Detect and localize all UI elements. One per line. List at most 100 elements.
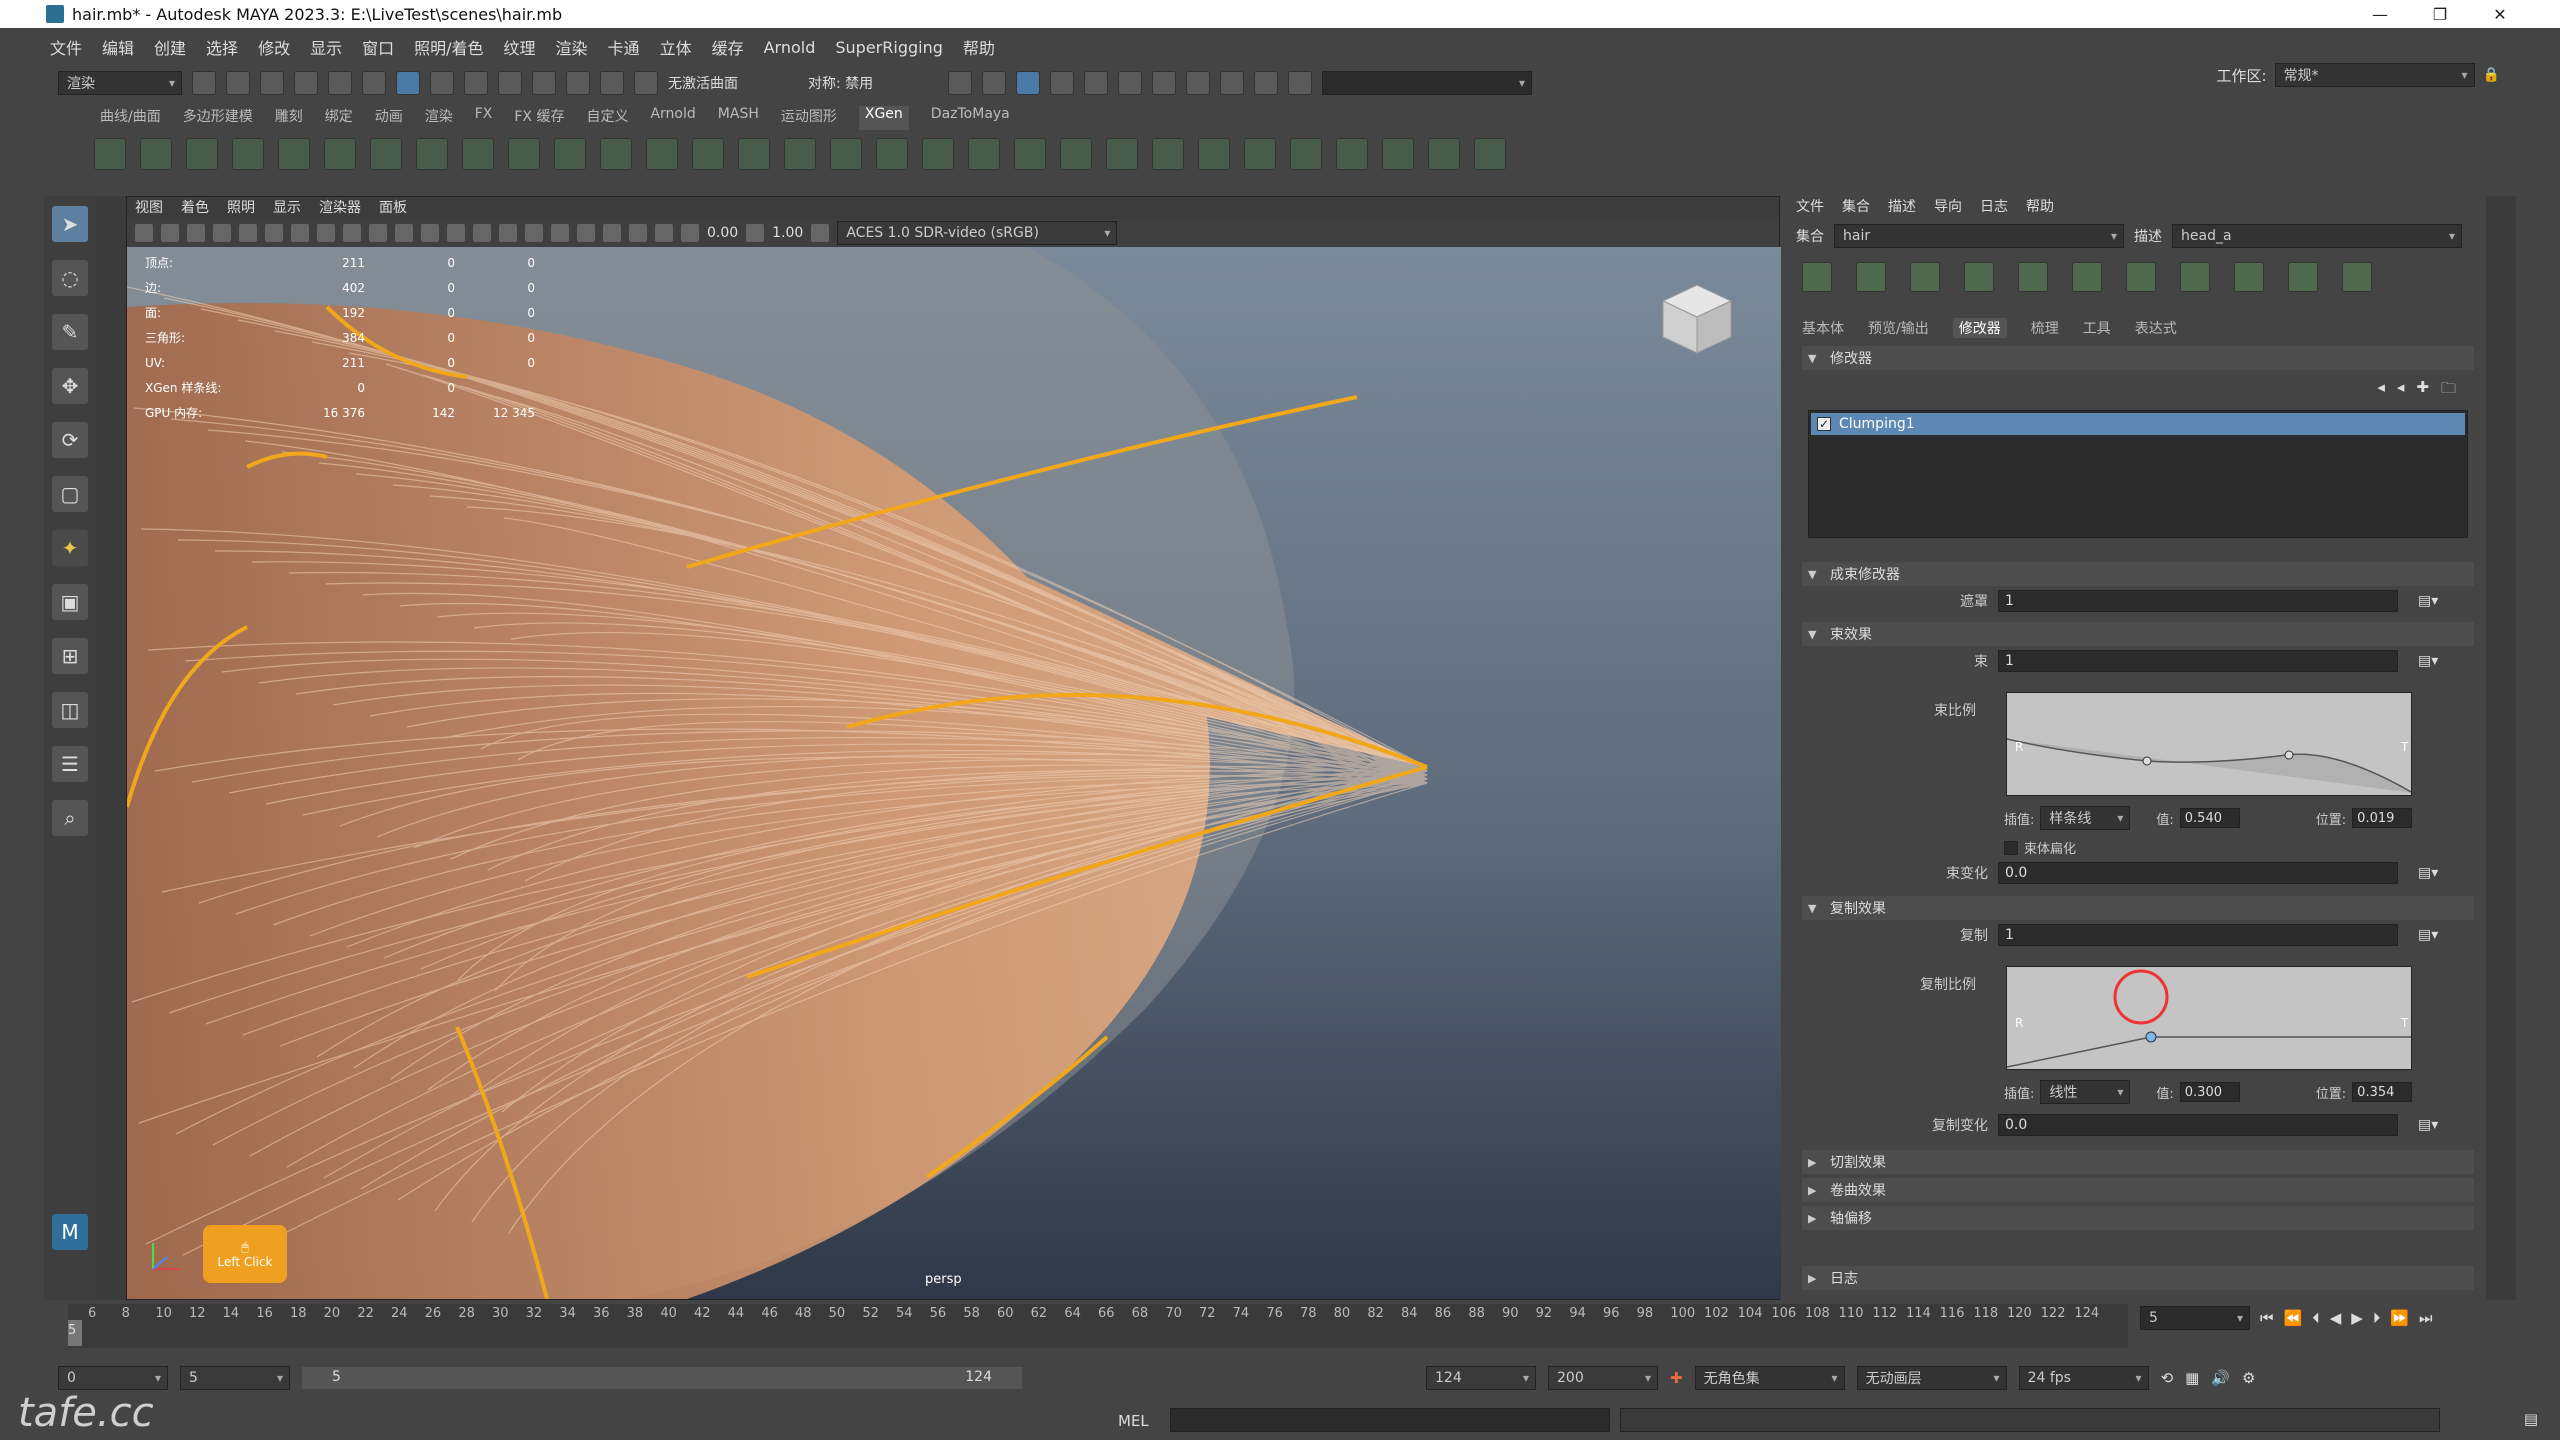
log-header[interactable]: 日志: [1802, 1266, 2474, 1290]
modifiers-section-header[interactable]: 修改器: [1802, 346, 2474, 370]
ramp-value-field[interactable]: 0.540: [2179, 808, 2240, 828]
xgen-groom-8-icon[interactable]: [1198, 138, 1230, 170]
symmetry-label[interactable]: 对称: 禁用: [808, 73, 938, 93]
clump-effect-header[interactable]: 束效果: [1802, 622, 2474, 646]
xgen-guide-lengthen-icon[interactable]: [324, 138, 356, 170]
menu-create[interactable]: 创建: [154, 35, 186, 59]
curl-effect-header[interactable]: 卷曲效果: [1802, 1178, 2474, 1202]
tab-grooming[interactable]: 梳理: [2031, 318, 2059, 338]
resolution-gate-icon[interactable]: [291, 224, 309, 242]
sidebar-toggle-icon[interactable]: [1288, 71, 1312, 95]
play-end-field[interactable]: 124: [1426, 1366, 1536, 1390]
xgen-groom-1-icon[interactable]: [876, 138, 908, 170]
xray-joints-icon[interactable]: [655, 224, 673, 242]
vp-menu-view[interactable]: 视图: [135, 197, 163, 219]
menu-superrigging[interactable]: SuperRigging: [835, 38, 943, 57]
vp-menu-panels[interactable]: 面板: [379, 197, 407, 219]
xgen-bend-guide-icon[interactable]: [2072, 262, 2102, 292]
move-tool-icon[interactable]: ✥: [52, 368, 88, 404]
textured-icon[interactable]: [447, 224, 465, 242]
viewport-3d-scene[interactable]: 顶点: 211 0 0 边: 402 0 0 面: 192 0 0 三角形: 384 0 0 UV: 21…: [127, 247, 1781, 1299]
xgen-groom-4-icon[interactable]: [1014, 138, 1046, 170]
play-forward-icon[interactable]: ▶: [2351, 1309, 2363, 1327]
smooth-shade-icon[interactable]: [421, 224, 439, 242]
xgen-groom-3-icon[interactable]: [968, 138, 1000, 170]
magnet-icon[interactable]: [634, 71, 658, 95]
paint-select-tool-icon[interactable]: ✎: [52, 314, 88, 350]
shelf-tab-curves[interactable]: 曲线/曲面: [100, 106, 161, 130]
clump-expr-icon[interactable]: ▤▾: [2418, 653, 2438, 669]
right-dock-strip[interactable]: [2486, 196, 2516, 1300]
xray-icon[interactable]: [629, 224, 647, 242]
xgen-lock-guide-icon[interactable]: [2126, 262, 2156, 292]
clump-flatten-checkbox[interactable]: [2004, 840, 2018, 855]
add-modifier-icon[interactable]: ✚: [2416, 378, 2429, 403]
xgen-guide-rebuild-icon[interactable]: [462, 138, 494, 170]
vp-menu-renderer[interactable]: 渲染器: [319, 197, 361, 219]
copy-scale-ramp[interactable]: R T: [2006, 966, 2412, 1070]
pause-icon[interactable]: [1254, 71, 1278, 95]
exposure-value[interactable]: 0.00: [707, 225, 738, 241]
xgen-guide-comb-icon[interactable]: [600, 138, 632, 170]
select-object-icon[interactable]: [396, 71, 420, 95]
outliner-view-icon[interactable]: ☰: [52, 746, 88, 782]
cache-playback-icon[interactable]: ▦: [2185, 1369, 2199, 1387]
exposure-icon[interactable]: [681, 224, 699, 242]
grid-toggle-icon[interactable]: [239, 224, 257, 242]
open-scene-icon[interactable]: [226, 71, 250, 95]
single-view-icon[interactable]: ▣: [52, 584, 88, 620]
arnold-render-icon[interactable]: [1186, 71, 1210, 95]
input-output-icon[interactable]: [948, 71, 972, 95]
xgen-menu-description[interactable]: 描述: [1888, 196, 1916, 218]
xgen-groom-9-icon[interactable]: [1244, 138, 1276, 170]
snap-surface-icon[interactable]: [600, 71, 624, 95]
antialias-icon[interactable]: [577, 224, 595, 242]
snap-curve-icon[interactable]: [498, 71, 522, 95]
anim-prefs-icon[interactable]: ⚙: [2242, 1369, 2255, 1387]
view-cube[interactable]: [1659, 281, 1735, 357]
image-plane-icon[interactable]: [213, 224, 231, 242]
xgen-place-guide-icon[interactable]: [232, 138, 264, 170]
move-down-icon[interactable]: ◂: [2397, 378, 2405, 403]
ramp-position-field[interactable]: 0.019: [2352, 808, 2413, 828]
copy-effect-header[interactable]: 复制效果: [1802, 896, 2474, 920]
character-set-dropdown[interactable]: 无角色集: [1694, 1366, 1845, 1390]
collection-dropdown[interactable]: hair: [1834, 224, 2124, 248]
copy-expr-icon[interactable]: ▤▾: [2418, 927, 2438, 943]
shelf-tab-sculpt[interactable]: 雕刻: [275, 106, 303, 130]
anim-start-field[interactable]: 0: [58, 1366, 168, 1390]
xgen-menu-guides[interactable]: 导向: [1934, 196, 1962, 218]
script-editor-icon[interactable]: ▤: [2524, 1410, 2538, 1428]
xgen-menu-help[interactable]: 帮助: [2026, 196, 2054, 218]
shelf-tab-arnold[interactable]: Arnold: [650, 106, 695, 130]
copy-variance-expr-icon[interactable]: ▤▾: [2418, 1117, 2438, 1133]
shelf-tab-rendering[interactable]: 渲染: [425, 106, 453, 130]
play-start-field[interactable]: 5: [180, 1366, 290, 1390]
xgen-curves-to-guides-icon[interactable]: [2342, 262, 2372, 292]
color-space-dropdown[interactable]: ACES 1.0 SDR-video (sRGB): [837, 221, 1118, 245]
tab-expressions[interactable]: 表达式: [2135, 318, 2177, 338]
folder-icon[interactable]: 🗀: [2441, 378, 2456, 403]
render-settings-icon[interactable]: [1118, 71, 1142, 95]
snap-view-icon[interactable]: [566, 71, 590, 95]
camera-attr-icon[interactable]: [161, 224, 179, 242]
quick-search-field[interactable]: [1322, 71, 1532, 95]
ao-icon[interactable]: [525, 224, 543, 242]
tab-modifiers[interactable]: 修改器: [1952, 318, 2007, 338]
shelf-tab-xgen[interactable]: XGen: [858, 106, 909, 130]
xgen-guide-normalize-icon[interactable]: [554, 138, 586, 170]
menu-file[interactable]: 文件: [50, 35, 82, 59]
xgen-groom-2-icon[interactable]: [922, 138, 954, 170]
xgen-guide-cut-icon[interactable]: [692, 138, 724, 170]
xgen-groom-6-icon[interactable]: [1106, 138, 1138, 170]
minimize-button[interactable]: —: [2350, 0, 2410, 28]
tab-primitives[interactable]: 基本体: [1802, 318, 1844, 338]
shelf-tab-motion-graphics[interactable]: 运动图形: [781, 106, 837, 130]
clump-variance-field[interactable]: 0.0: [1998, 862, 2398, 884]
menu-lighting[interactable]: 照明/着色: [414, 35, 483, 59]
fps-dropdown[interactable]: 24 fps: [2018, 1366, 2149, 1390]
sound-icon[interactable]: 🔊: [2211, 1369, 2230, 1387]
current-time-marker[interactable]: 5: [68, 1320, 82, 1346]
redo-icon[interactable]: [328, 71, 352, 95]
modifier-enable-checkbox[interactable]: ✓: [1817, 417, 1831, 431]
